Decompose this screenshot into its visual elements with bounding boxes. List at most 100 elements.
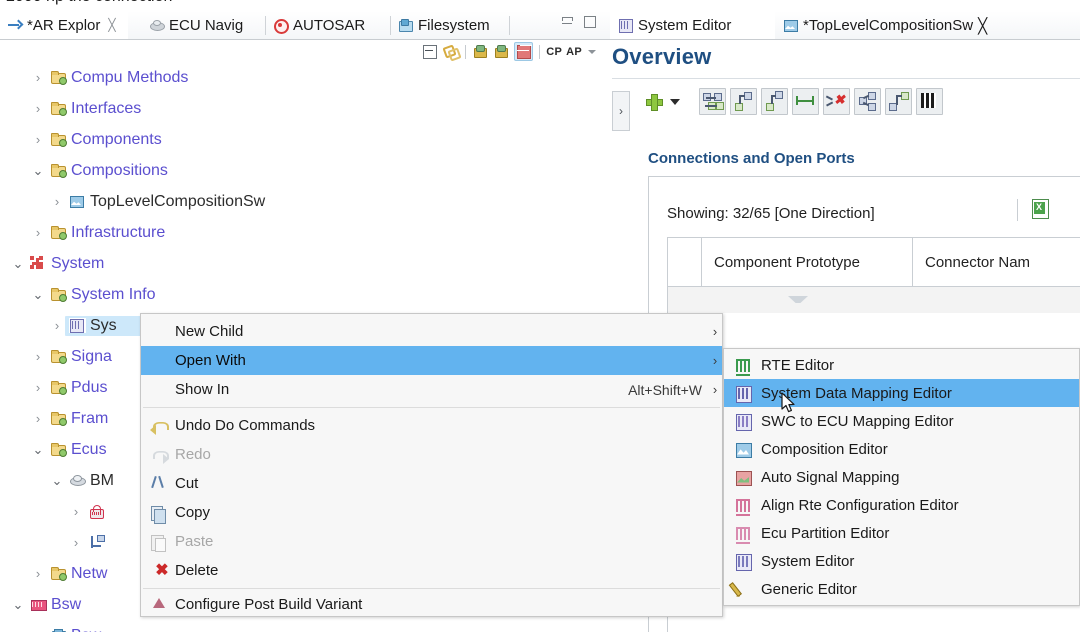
- submenu-item-system-editor[interactable]: System Editor: [724, 547, 1079, 575]
- filter-bag-green-icon[interactable]: [472, 43, 489, 60]
- chevron-right-icon[interactable]: ›: [30, 71, 46, 84]
- folder-icon: [50, 380, 67, 395]
- tab-autosar[interactable]: AUTOSAR: [266, 11, 391, 40]
- tab-toplevelcompositionsw-label: *TopLevelCompositionSw: [803, 17, 974, 34]
- tree-item-bsw-module[interactable]: › Bsw: [30, 620, 104, 632]
- chevron-right-icon[interactable]: ›: [30, 412, 46, 425]
- tree-item-components[interactable]: › Components: [30, 124, 165, 155]
- delete-icon: ✖: [155, 561, 169, 579]
- add-icon[interactable]: [644, 92, 663, 111]
- tab-toplevelcompositionsw[interactable]: *TopLevelCompositionSw ╳: [775, 11, 1065, 40]
- caret-down-icon[interactable]: [667, 92, 683, 111]
- close-icon[interactable]: ╳: [108, 18, 115, 32]
- submenu-item-swc-to-ecu-mapping-editor[interactable]: SWC to ECU Mapping Editor: [724, 407, 1079, 435]
- compare-icon[interactable]: [916, 88, 943, 115]
- chevron-right-icon[interactable]: ›: [30, 102, 46, 115]
- tree-item-interfaces[interactable]: › Interfaces: [30, 93, 144, 124]
- menu-item-new-child[interactable]: New Child ›: [141, 317, 722, 346]
- delete-connector-icon[interactable]: ✖: [823, 88, 850, 115]
- context-menu[interactable]: New Child › Open With › Show In Alt+Shif…: [140, 313, 723, 617]
- cp-label[interactable]: CP: [546, 46, 562, 58]
- chevron-right-icon[interactable]: ›: [30, 226, 46, 239]
- tree-item-ecu-child-port[interactable]: ›: [68, 527, 112, 558]
- chevron-right-icon[interactable]: ›: [49, 319, 65, 332]
- table-header-component-prototype[interactable]: Component Prototype: [702, 238, 913, 286]
- tab-ecu-navigator[interactable]: ECU Navig: [142, 11, 266, 40]
- minimize-icon[interactable]: [561, 15, 574, 28]
- excel-export-icon[interactable]: X: [1031, 199, 1049, 219]
- chevron-down-icon[interactable]: ⌄: [30, 288, 46, 301]
- menu-item-open-with[interactable]: Open With ›: [141, 346, 722, 375]
- menu-item-undo[interactable]: Undo Do Commands: [141, 411, 722, 440]
- close-icon[interactable]: ╳: [978, 17, 987, 35]
- menu-item-cut[interactable]: Cut: [141, 469, 722, 498]
- paste-icon: [149, 533, 175, 552]
- link-with-editor-icon[interactable]: [442, 43, 459, 60]
- page-title: Overview: [612, 44, 712, 69]
- tree-item-bsw[interactable]: ⌄ Bsw: [10, 589, 84, 620]
- open-ports-icon[interactable]: [885, 88, 912, 115]
- tree-item-bm-ecu[interactable]: ⌄ BM: [49, 465, 117, 496]
- tree-item-toplevelcompositionsw[interactable]: › TopLevelCompositionSw: [49, 186, 268, 217]
- chevron-right-icon[interactable]: ›: [30, 350, 46, 363]
- collapse-all-icon[interactable]: [421, 43, 438, 60]
- tree-item-compu-methods[interactable]: › Compu Methods: [30, 62, 191, 93]
- submenu-item-composition-editor[interactable]: Composition Editor: [724, 435, 1079, 463]
- chevron-down-icon[interactable]: ⌄: [30, 443, 46, 456]
- tree-item-frames[interactable]: › Fram: [30, 403, 111, 434]
- generic-editor-icon: [734, 581, 761, 598]
- red-grid-icon[interactable]: [514, 42, 534, 61]
- folder-icon: [50, 163, 67, 178]
- tab-ar-explorer[interactable]: *AR Explor ╳: [0, 11, 128, 40]
- ap-label[interactable]: AP: [566, 46, 582, 58]
- tree-item-pdus[interactable]: › Pdus: [30, 372, 110, 403]
- tab-filesystem[interactable]: Filesystem: [391, 11, 510, 40]
- chevron-down-icon[interactable]: ⌄: [30, 164, 46, 177]
- chevron-right-icon[interactable]: ›: [49, 195, 65, 208]
- chevron-right-icon[interactable]: ›: [68, 505, 84, 518]
- composition-icon: [783, 18, 798, 33]
- system-root-icon: [30, 256, 47, 271]
- chevron-right-icon[interactable]: ›: [30, 133, 46, 146]
- tree-item-system-info[interactable]: ⌄ System Info: [30, 279, 158, 310]
- create-connector-icon[interactable]: [761, 88, 788, 115]
- tab-system-editor-label: System Editor: [638, 17, 732, 34]
- menu-item-show-in[interactable]: Show In Alt+Shift+W ›: [141, 375, 722, 404]
- submenu-item-generic-editor[interactable]: Generic Editor: [724, 575, 1079, 603]
- tree-item-compositions[interactable]: ⌄ Compositions: [30, 155, 171, 186]
- create-delegation-connector-icon[interactable]: [730, 88, 757, 115]
- menu-item-delete[interactable]: ✖ Delete: [141, 556, 722, 585]
- submenu-item-rte-editor[interactable]: RTE Editor: [724, 351, 1079, 379]
- tab-system-editor[interactable]: System Editor: [610, 11, 775, 40]
- sidebar-expand-button[interactable]: ›: [612, 91, 630, 131]
- submenu-item-system-data-mapping-editor[interactable]: System Data Mapping Editor: [724, 379, 1079, 407]
- chevron-right-icon[interactable]: ›: [30, 381, 46, 394]
- submenu-item-align-rte-configuration-editor[interactable]: Align Rte Configuration Editor: [724, 491, 1079, 519]
- filter-bag-yellow-icon[interactable]: [493, 43, 510, 60]
- submenu-arrow-icon: ›: [712, 382, 718, 397]
- submenu-item-auto-signal-mapping[interactable]: Auto Signal Mapping: [724, 463, 1079, 491]
- table-row[interactable]: [668, 287, 1080, 313]
- chevron-right-icon[interactable]: ›: [68, 536, 84, 549]
- open-with-submenu[interactable]: RTE Editor System Data Mapping Editor SW…: [723, 348, 1080, 606]
- create-assembly-connector-icon[interactable]: [699, 88, 726, 115]
- menu-item-copy[interactable]: Copy: [141, 498, 722, 527]
- chevron-down-icon[interactable]: ⌄: [10, 598, 26, 611]
- tree-item-ecus[interactable]: ⌄ Ecus: [30, 434, 110, 465]
- view-menu-icon[interactable]: [586, 45, 598, 59]
- menu-item-configure-post-build-variant[interactable]: Configure Post Build Variant: [141, 592, 722, 616]
- tree-item-infrastructure[interactable]: › Infrastructure: [30, 217, 168, 248]
- tree-item-system[interactable]: ⌄ System: [10, 248, 107, 279]
- show-connections-icon[interactable]: [854, 88, 881, 115]
- chevron-down-icon[interactable]: ⌄: [49, 474, 65, 487]
- submenu-item-label: Composition Editor: [761, 440, 888, 458]
- chevron-right-icon[interactable]: ›: [30, 567, 46, 580]
- tree-item-signals[interactable]: › Signa: [30, 341, 115, 372]
- tree-item-ecu-child-lock[interactable]: ›: [68, 496, 112, 527]
- auto-connect-icon[interactable]: [792, 88, 819, 115]
- chevron-down-icon[interactable]: ⌄: [10, 257, 26, 270]
- submenu-item-ecu-partition-editor[interactable]: Ecu Partition Editor: [724, 519, 1079, 547]
- maximize-icon[interactable]: [583, 15, 596, 28]
- tree-item-networks[interactable]: › Netw: [30, 558, 110, 589]
- table-header-connector-name[interactable]: Connector Nam: [913, 238, 1080, 286]
